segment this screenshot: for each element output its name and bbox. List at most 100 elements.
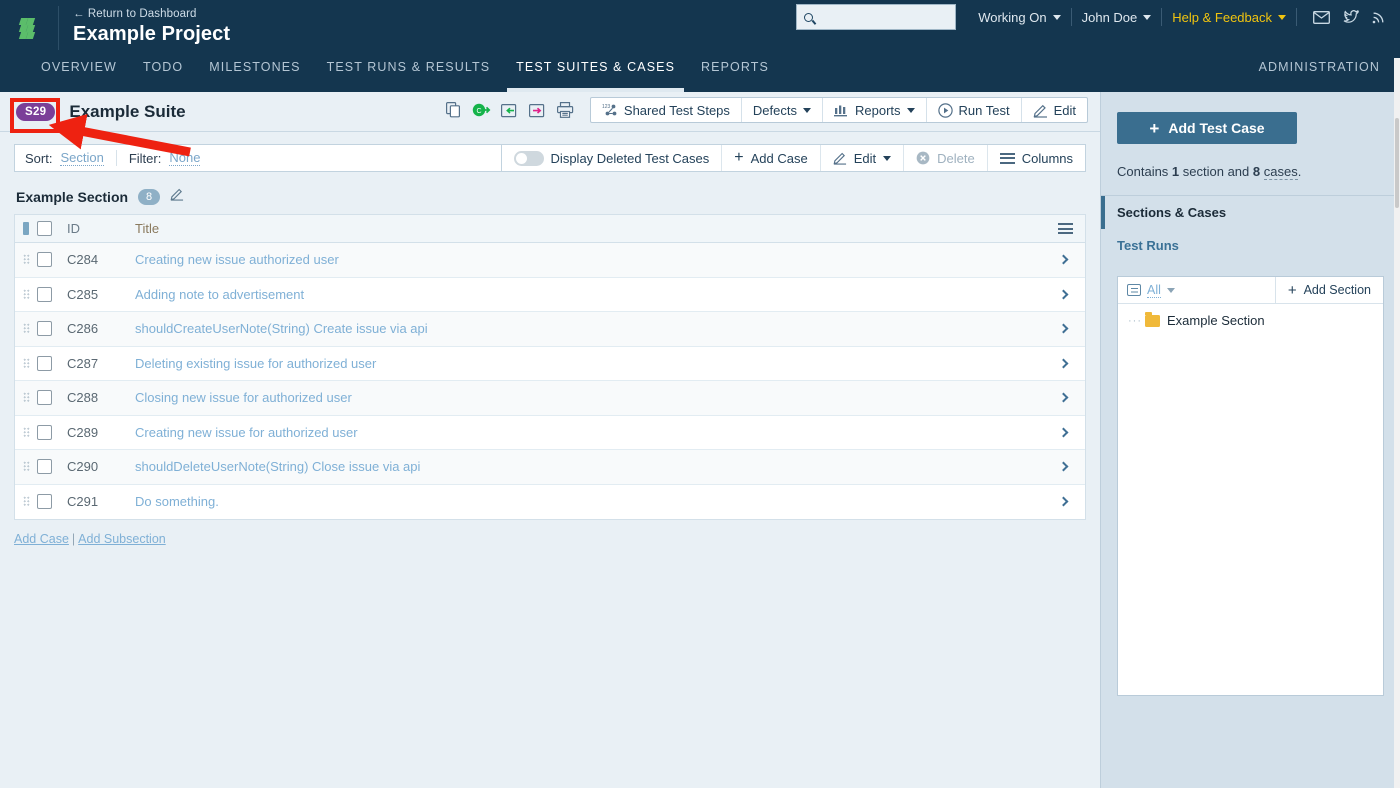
chevron-down-icon (1053, 15, 1061, 20)
nav-tab-reports[interactable]: REPORTS (688, 58, 782, 92)
column-header-id[interactable]: ID (67, 221, 135, 236)
drag-handle-icon[interactable] (23, 461, 30, 472)
page-scrollbar[interactable] (1394, 58, 1400, 788)
nav-tab-milestones[interactable]: MILESTONES (196, 58, 313, 92)
run-test-button[interactable]: Run Test (927, 98, 1022, 122)
print-icon[interactable] (552, 95, 580, 125)
project-block: ← Return to Dashboard Example Project (59, 0, 230, 46)
rss-icon[interactable] (1372, 10, 1386, 24)
section-name: Example Section (16, 189, 128, 205)
case-title-link[interactable]: Adding note to advertisement (135, 287, 304, 302)
table-row[interactable]: C284Creating new issue authorized user (15, 243, 1085, 278)
app-logo[interactable] (0, 0, 58, 58)
chevron-right-icon[interactable] (1059, 324, 1069, 334)
import-icon[interactable] (496, 95, 524, 125)
row-checkbox[interactable] (37, 390, 52, 405)
mail-icon[interactable] (1313, 11, 1330, 24)
tree-node[interactable]: ···Example Section (1128, 310, 1383, 331)
cases-word-link[interactable]: cases (1264, 164, 1298, 180)
sort-value-link[interactable]: Section (60, 150, 103, 166)
drag-handle-icon[interactable] (23, 496, 30, 507)
chevron-down-icon (883, 156, 891, 161)
tree-filter-link[interactable]: All (1147, 283, 1161, 298)
shared-test-steps-button[interactable]: 123 Shared Test Steps (591, 98, 742, 122)
case-title-link[interactable]: Creating new issue for authorized user (135, 425, 358, 440)
case-title-link[interactable]: Deleting existing issue for authorized u… (135, 356, 376, 371)
table-row[interactable]: C291Do something. (15, 485, 1085, 520)
search-input[interactable] (796, 4, 956, 30)
user-menu[interactable]: John Doe (1072, 6, 1162, 28)
suite-id-badge[interactable]: S29 (16, 103, 55, 121)
add-case-link[interactable]: Add Case (14, 532, 69, 546)
row-checkbox[interactable] (37, 252, 52, 267)
columns-button[interactable]: Columns (988, 145, 1085, 171)
sidebar-tab-test-runs[interactable]: Test Runs (1101, 229, 1400, 262)
row-checkbox[interactable] (37, 425, 52, 440)
drag-handle-icon[interactable] (23, 323, 30, 334)
table-row[interactable]: C288Closing new issue for authorized use… (15, 381, 1085, 416)
case-id: C284 (67, 252, 135, 267)
push-test-cases-icon[interactable]: C (468, 95, 496, 125)
nav-tab-test-runs-results[interactable]: TEST RUNS & RESULTS (314, 58, 504, 92)
toggle-switch[interactable] (514, 151, 544, 166)
header-right-cluster: Working On John Doe Help & Feedback (796, 4, 1392, 30)
edit-cases-button[interactable]: Edit (821, 145, 904, 171)
add-section-button[interactable]: + Add Section (1275, 277, 1383, 303)
defects-button[interactable]: Defects (742, 98, 823, 122)
drag-handle-icon[interactable] (23, 254, 30, 265)
case-title-link[interactable]: Creating new issue authorized user (135, 252, 339, 267)
chevron-right-icon[interactable] (1059, 462, 1069, 472)
edit-label: Edit (854, 151, 876, 166)
tree-view-icon[interactable] (1127, 284, 1141, 296)
case-id: C285 (67, 287, 135, 302)
edit-section-icon[interactable] (170, 187, 184, 206)
chevron-right-icon[interactable] (1059, 427, 1069, 437)
table-row[interactable]: C290shouldDeleteUserNote(String) Close i… (15, 450, 1085, 485)
table-row[interactable]: C286shouldCreateUserNote(String) Create … (15, 312, 1085, 347)
case-title-link[interactable]: Closing new issue for authorized user (135, 390, 352, 405)
display-deleted-toggle[interactable]: Display Deleted Test Cases (502, 145, 723, 171)
reports-button[interactable]: Reports (823, 98, 927, 122)
working-on-menu[interactable]: Working On (968, 6, 1070, 28)
nav-tab-test-suites-cases[interactable]: TEST SUITES & CASES (503, 58, 688, 92)
nav-tab-todo[interactable]: TODO (130, 58, 196, 92)
chevron-right-icon[interactable] (1059, 497, 1069, 507)
help-feedback-label: Help & Feedback (1172, 10, 1272, 25)
table-row[interactable]: C289Creating new issue for authorized us… (15, 416, 1085, 451)
table-row[interactable]: C287Deleting existing issue for authoriz… (15, 347, 1085, 382)
column-header-title[interactable]: Title (135, 221, 1045, 236)
chevron-right-icon[interactable] (1059, 255, 1069, 265)
row-checkbox[interactable] (37, 459, 52, 474)
sidebar-tab-sections-cases[interactable]: Sections & Cases (1101, 196, 1400, 229)
drag-handle-icon[interactable] (23, 289, 30, 300)
export-icon[interactable] (524, 95, 552, 125)
chevron-right-icon[interactable] (1059, 393, 1069, 403)
row-checkbox[interactable] (37, 356, 52, 371)
table-row[interactable]: C285Adding note to advertisement (15, 278, 1085, 313)
twitter-icon[interactable] (1343, 10, 1359, 24)
chevron-right-icon[interactable] (1059, 358, 1069, 368)
column-settings-icon[interactable] (1058, 223, 1073, 234)
case-title-link[interactable]: shouldDeleteUserNote(String) Close issue… (135, 459, 420, 474)
copy-icon[interactable] (440, 95, 468, 125)
case-title-link[interactable]: shouldCreateUserNote(String) Create issu… (135, 321, 428, 336)
nav-administration-link[interactable]: ADMINISTRATION (1259, 60, 1380, 74)
add-case-button[interactable]: + Add Case (722, 145, 820, 171)
select-all-checkbox[interactable] (37, 221, 52, 236)
add-subsection-link[interactable]: Add Subsection (78, 532, 166, 546)
return-to-dashboard-link[interactable]: ← Return to Dashboard (73, 8, 230, 20)
row-checkbox[interactable] (37, 321, 52, 336)
row-checkbox[interactable] (37, 494, 52, 509)
drag-handle-icon[interactable] (23, 392, 30, 403)
row-checkbox[interactable] (37, 287, 52, 302)
add-test-case-button[interactable]: + Add Test Case (1117, 112, 1297, 144)
help-feedback-menu[interactable]: Help & Feedback (1162, 6, 1296, 28)
filter-value-link[interactable]: None (169, 150, 200, 166)
case-title-link[interactable]: Do something. (135, 494, 219, 509)
delete-cases-button[interactable]: Delete (904, 145, 988, 171)
chevron-right-icon[interactable] (1059, 289, 1069, 299)
drag-handle-icon[interactable] (23, 427, 30, 438)
edit-suite-button[interactable]: Edit (1022, 98, 1087, 122)
drag-handle-icon[interactable] (23, 358, 30, 369)
nav-tab-overview[interactable]: OVERVIEW (28, 58, 130, 92)
